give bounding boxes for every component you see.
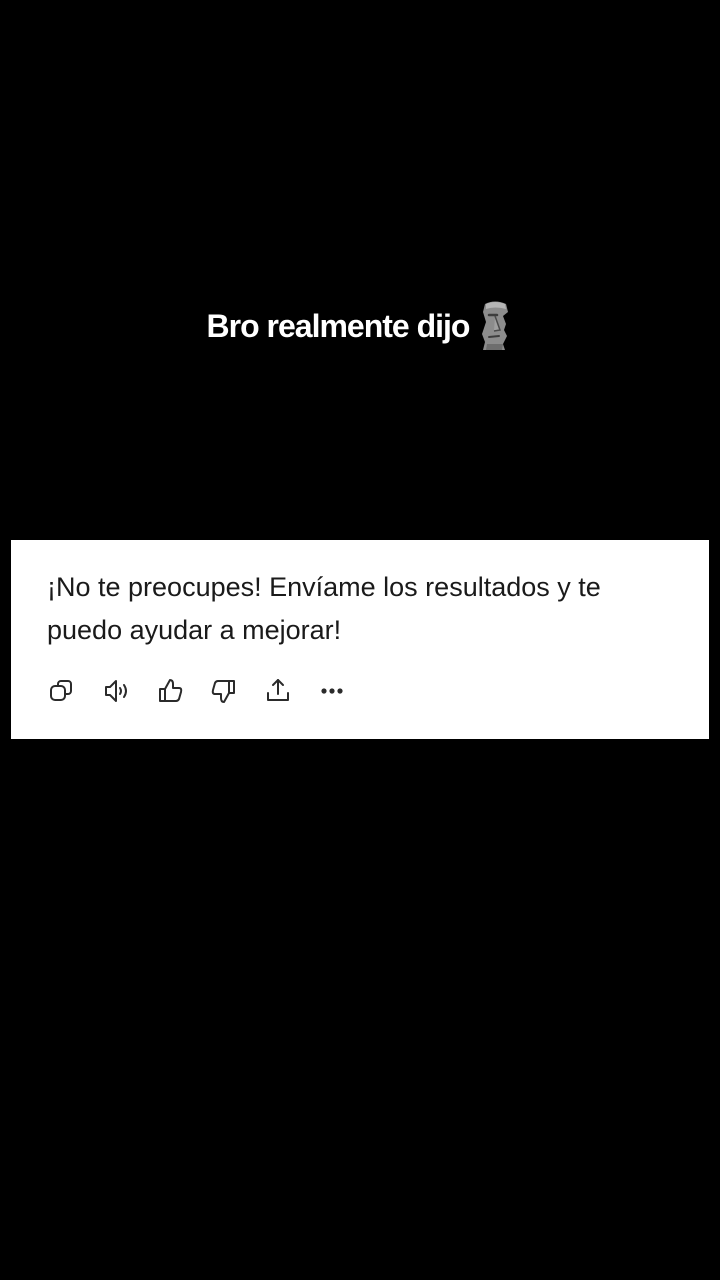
thumbs-up-icon (159, 679, 183, 702)
response-card: ¡No te preocupes! Envíame los resultados… (11, 540, 709, 739)
response-actions (47, 676, 347, 706)
thumbs-down-button[interactable] (209, 676, 239, 706)
caption-text: Bro realmente dijo (206, 307, 471, 344)
caption: Bro realmente dijo (0, 300, 720, 352)
more-icon (321, 688, 343, 694)
copy-icon (50, 680, 72, 701)
response-message: ¡No te preocupes! Envíame los resultados… (47, 572, 601, 645)
more-button[interactable] (317, 676, 347, 706)
speaker-icon (105, 680, 127, 702)
thumbs-down-icon (211, 680, 235, 703)
moai-icon (477, 300, 513, 352)
read-aloud-button[interactable] (101, 676, 131, 706)
share-button[interactable] (263, 676, 293, 706)
thumbs-up-button[interactable] (155, 676, 185, 706)
screen: Bro realmente dijo ¡No te preocupes! Env… (0, 0, 720, 1280)
copy-button[interactable] (47, 676, 77, 706)
share-icon (267, 679, 289, 701)
